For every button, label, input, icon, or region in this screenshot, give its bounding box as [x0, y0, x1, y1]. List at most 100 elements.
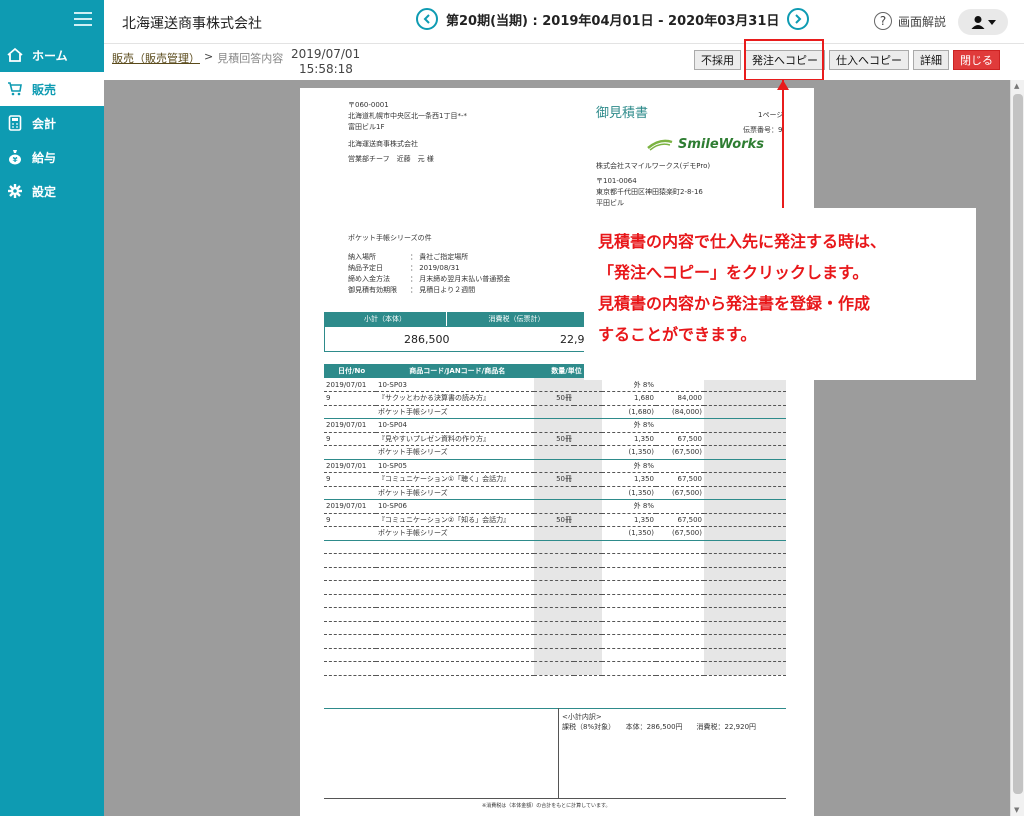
table-cell: (67,500)	[656, 526, 704, 541]
table-cell	[324, 445, 376, 460]
term-label: 納入場所	[348, 253, 376, 261]
scroll-up-icon[interactable]: ▲	[1014, 82, 1019, 90]
company-name: 北海運送商事株式会社	[122, 16, 262, 32]
table-cell	[534, 540, 574, 554]
sidebar-item-accounting[interactable]: 会計	[0, 106, 104, 140]
sidebar-item-label: 会計	[32, 116, 57, 131]
table-cell	[534, 621, 574, 635]
table-cell: 50冊	[534, 432, 574, 446]
table-cell	[324, 553, 376, 568]
table-cell	[704, 580, 786, 595]
vertical-scrollbar[interactable]: ▲ ▼	[1010, 80, 1024, 816]
detail-button[interactable]: 詳細	[913, 50, 949, 70]
table-cell	[324, 567, 376, 581]
table-cell	[656, 594, 704, 608]
table-cell	[376, 661, 534, 676]
table-cell: 50冊	[534, 472, 574, 487]
term-label: 納品予定日	[348, 264, 383, 272]
breadcrumb-sales-link[interactable]: 販売（販売管理）	[112, 50, 200, 66]
table-cell: (67,500)	[656, 445, 704, 460]
table-cell	[534, 567, 574, 581]
table-row: 2019/07/01 10-SP06 外 8%	[324, 499, 786, 514]
calculator-icon	[6, 114, 24, 132]
issuer-address: 東京都千代田区神田猿楽町2-8-16	[596, 188, 703, 196]
table-cell	[324, 405, 376, 419]
table-cell	[324, 648, 376, 662]
table-row: ポケット手帳シリーズ (1,350) (67,500)	[324, 486, 786, 500]
table-cell	[574, 607, 602, 622]
table-cell	[574, 405, 602, 419]
table-cell	[324, 526, 376, 541]
help-link[interactable]: ? 画面解説	[874, 12, 946, 30]
table-cell	[704, 567, 786, 581]
term-value: ： 月末締め翌月末払い普通預金	[410, 275, 511, 283]
items-table: 2019/07/01 10-SP03 外 8% 9 『サクッとわかる決算書の読み方』 50…	[324, 378, 786, 676]
table-cell	[704, 540, 786, 554]
table-cell	[574, 486, 602, 500]
table-cell: 50冊	[534, 513, 574, 527]
scroll-down-icon[interactable]: ▼	[1014, 806, 1019, 814]
document-viewer: 〒060-0001 北海道札幌市中央区北一条西1丁目*-* 富田ビル1F 北海運…	[104, 80, 1010, 816]
smileworks-logo: SmileWorks	[646, 136, 764, 152]
customer-address: 北海道札幌市中央区北一条西1丁目*-*	[348, 112, 467, 120]
table-cell	[574, 634, 602, 649]
breadcrumb-current: 見積回答内容	[217, 52, 284, 65]
close-button[interactable]: 閉じる	[953, 50, 1000, 70]
page-number: 1ページ	[758, 111, 784, 119]
table-cell: 外 8%	[602, 418, 656, 433]
table-cell: 9	[324, 513, 376, 527]
table-row	[324, 621, 786, 635]
table-cell	[656, 459, 704, 473]
table-cell	[324, 634, 376, 649]
prev-period-button[interactable]	[416, 8, 438, 30]
table-row: 9 『コミュニケーション②「知る」会話力』 50冊 1,350 67,500	[324, 513, 786, 527]
table-cell: 10-SP06	[376, 499, 534, 514]
sidebar-item-sales[interactable]: 販売	[0, 72, 104, 106]
scrollbar-thumb[interactable]	[1013, 94, 1023, 794]
table-cell: 50冊	[534, 391, 574, 406]
table-cell	[656, 378, 704, 392]
table-cell	[704, 432, 786, 446]
menu-toggle-icon[interactable]	[74, 12, 92, 26]
sidebar-item-payroll[interactable]: ¥ 給与	[0, 140, 104, 174]
next-period-button[interactable]	[787, 8, 810, 30]
table-row	[324, 607, 786, 622]
user-icon	[971, 16, 984, 29]
table-cell	[602, 634, 656, 649]
table-cell	[324, 486, 376, 500]
table-cell: 1,350	[602, 432, 656, 446]
term-value: ： 2019/08/31	[410, 264, 460, 272]
table-cell	[324, 540, 376, 554]
chevron-right-icon	[795, 14, 802, 24]
table-cell: 10-SP04	[376, 418, 534, 433]
table-cell: 67,500	[656, 432, 704, 446]
document-date: 2019/07/01	[291, 47, 361, 61]
table-cell	[574, 418, 602, 433]
table-cell	[534, 580, 574, 595]
table-cell	[602, 580, 656, 595]
table-row	[324, 553, 786, 568]
table-cell	[534, 378, 574, 392]
reject-button[interactable]: 不採用	[694, 50, 741, 70]
table-cell: 84,000	[656, 391, 704, 406]
table-cell: 『コミュニケーション②「知る」会話力』	[376, 513, 534, 527]
document-time: 15:58:18	[299, 62, 353, 76]
table-cell	[574, 432, 602, 446]
term-value: ： 貴社ご指定場所	[410, 253, 469, 261]
swoosh-icon	[647, 139, 673, 151]
subtotal-header: 小計（本体）	[324, 312, 446, 326]
table-cell	[704, 513, 786, 527]
table-cell	[534, 661, 574, 676]
table-cell	[324, 580, 376, 595]
sidebar-item-settings[interactable]: 設定	[0, 174, 104, 208]
table-cell	[602, 621, 656, 635]
customer-name: 北海運送商事株式会社	[348, 140, 418, 148]
sidebar-item-label: 給与	[32, 150, 57, 165]
table-cell	[602, 553, 656, 568]
copy-to-purchase-button[interactable]: 仕入へコピー	[829, 50, 909, 70]
table-cell	[602, 594, 656, 608]
table-cell	[704, 621, 786, 635]
user-menu-button[interactable]	[958, 9, 1008, 35]
table-cell: 9	[324, 391, 376, 406]
sidebar-item-home[interactable]: ホーム	[0, 38, 104, 72]
